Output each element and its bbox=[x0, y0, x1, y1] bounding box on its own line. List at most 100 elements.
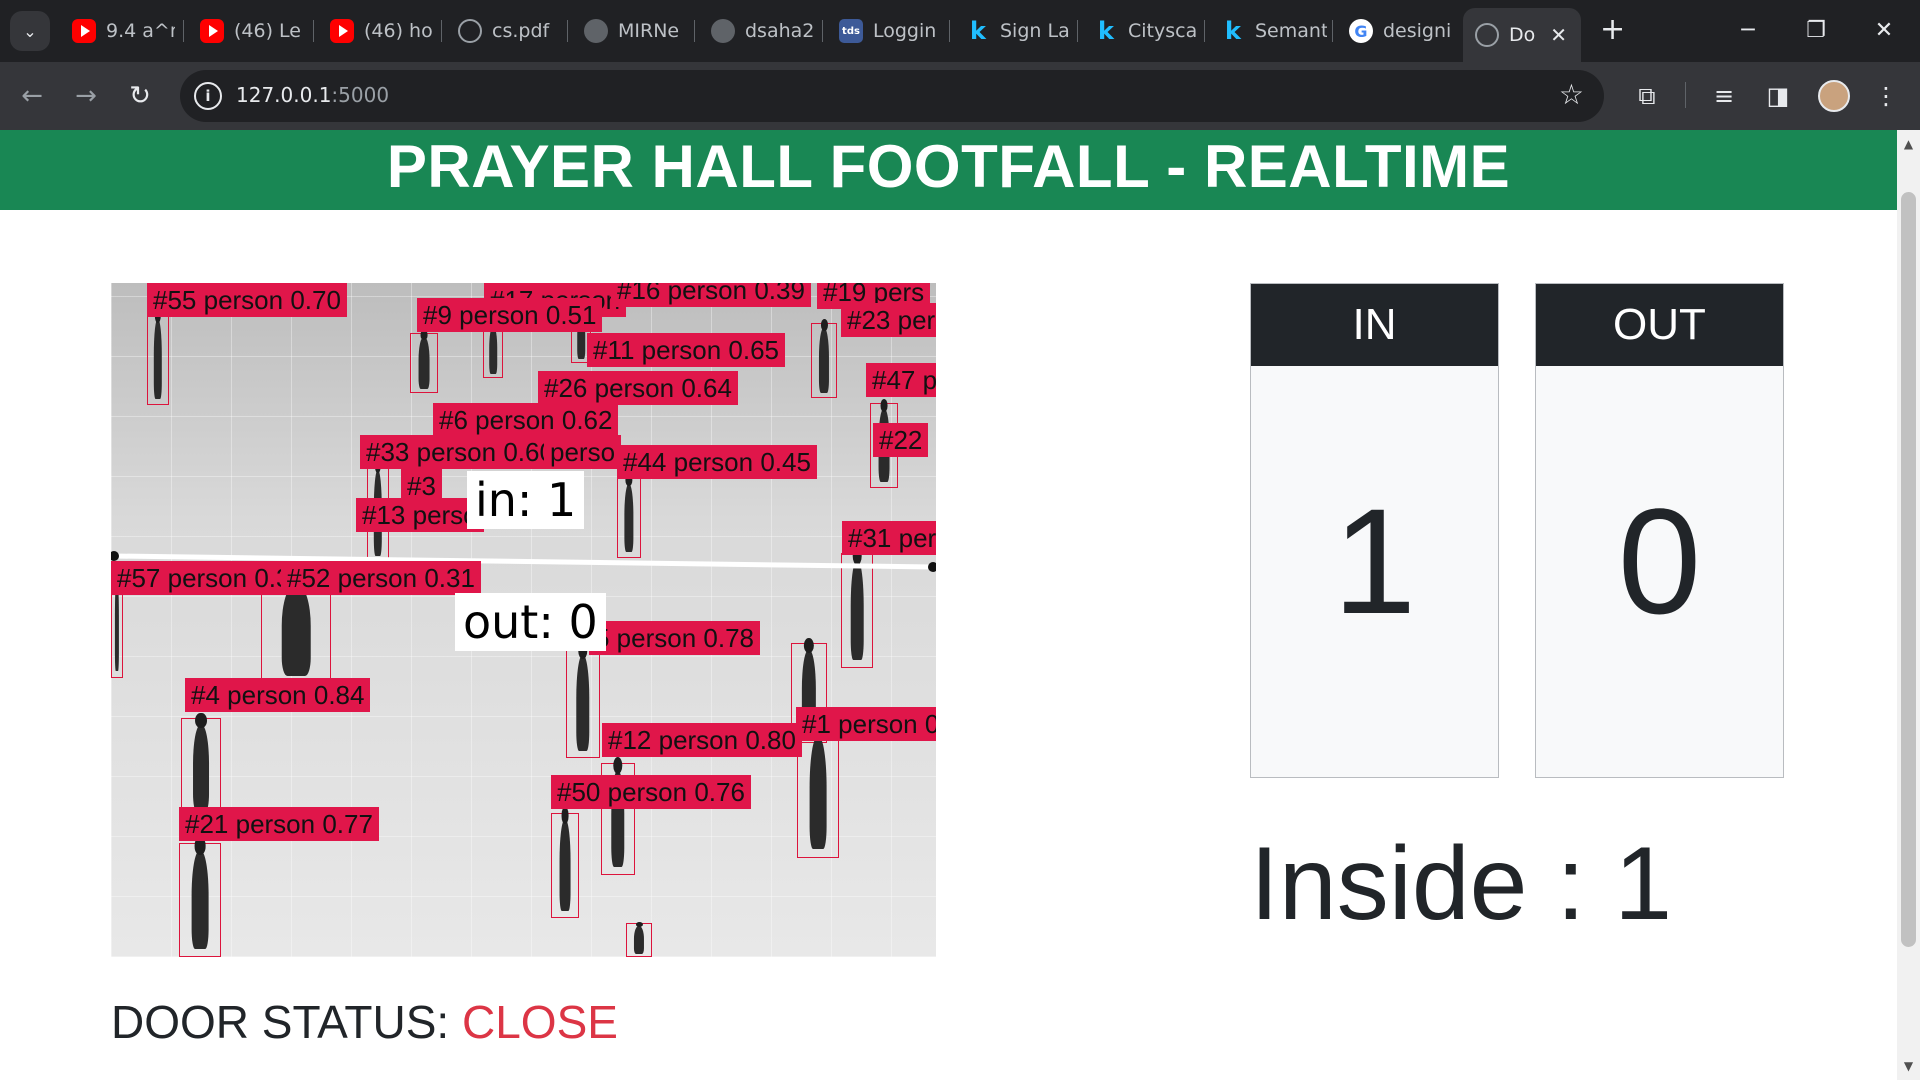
url-text[interactable]: 127.0.0.1:5000 bbox=[236, 83, 389, 107]
detection-label: #6 person 0.62 bbox=[433, 403, 619, 437]
tab-divider bbox=[694, 20, 695, 42]
browser-tab-active[interactable]: Do ✕ bbox=[1463, 8, 1581, 62]
toolbar-divider bbox=[1685, 82, 1686, 108]
browser-tab[interactable]: (46) ho bbox=[318, 11, 436, 51]
tab-title: designi bbox=[1383, 20, 1452, 42]
out-counter-value: 0 bbox=[1617, 477, 1702, 645]
tab-title: (46) ho bbox=[364, 20, 433, 42]
page-title: PRAYER HALL FOOTFALL - REALTIME bbox=[386, 132, 1511, 200]
detection-label: #16 person 0.39 bbox=[611, 283, 811, 307]
tab-divider bbox=[441, 20, 442, 42]
page-scrollbar[interactable]: ▲ ▼ bbox=[1897, 130, 1920, 1080]
detection-label: #33 person 0.60 bbox=[360, 435, 560, 469]
detection-label: #55 person 0.70 bbox=[147, 283, 347, 317]
in-counter-card: IN 1 bbox=[1250, 283, 1499, 778]
forward-arrow-icon[interactable]: → bbox=[66, 76, 106, 116]
detection-label: #23 pers bbox=[841, 303, 936, 337]
tab-title: Semant bbox=[1255, 20, 1327, 42]
detection-label: perso bbox=[544, 435, 622, 469]
detection-label: #13 perso bbox=[356, 498, 484, 532]
youtube-icon bbox=[330, 19, 354, 43]
tab-title: Do bbox=[1509, 24, 1536, 46]
minimize-window-icon[interactable]: ─ bbox=[1728, 10, 1768, 50]
detection-label: #47 p bbox=[866, 363, 936, 397]
detection-label: #12 person 0.80 bbox=[602, 723, 802, 757]
youtube-icon bbox=[72, 19, 96, 43]
in-counter-label: IN bbox=[1251, 284, 1498, 366]
browser-tab[interactable]: cs.pdf bbox=[446, 11, 564, 51]
detection-label: #11 person 0.65 bbox=[587, 333, 785, 367]
browser-toolbar: ← → ↻ i 127.0.0.1:5000 ☆ ⧉ ≡ ◨ ⋮ bbox=[0, 62, 1920, 130]
detection-label: 5 person 0.78 bbox=[589, 621, 761, 655]
door-status-label: DOOR STATUS: bbox=[111, 996, 462, 1048]
kaggle-icon: k bbox=[970, 17, 986, 45]
in-count-overlay: in: 1 bbox=[467, 471, 585, 529]
profile-avatar[interactable] bbox=[1818, 80, 1850, 112]
scroll-up-arrow-icon[interactable]: ▲ bbox=[1897, 134, 1920, 154]
browser-tab[interactable]: 9.4 a^n bbox=[60, 11, 175, 51]
tab-title: Loggin bbox=[873, 20, 937, 42]
restore-window-icon[interactable]: ❐ bbox=[1796, 10, 1836, 50]
tab-search-button[interactable]: ⌄ bbox=[10, 11, 50, 51]
kaggle-icon: k bbox=[1098, 17, 1114, 45]
tab-title: MIRNe bbox=[618, 20, 680, 42]
chevron-down-icon: ⌄ bbox=[23, 21, 37, 41]
browser-tab[interactable]: tds Loggin bbox=[827, 11, 945, 51]
tab-divider bbox=[567, 20, 568, 42]
detection-label: #21 person 0.77 bbox=[179, 807, 379, 841]
tab-divider bbox=[183, 20, 184, 42]
more-menu-icon[interactable]: ⋮ bbox=[1868, 78, 1904, 114]
browser-tab[interactable]: MIRNe bbox=[572, 11, 690, 51]
detection-label: #31 pers bbox=[842, 521, 936, 555]
web-page: PRAYER HALL FOOTFALL - REALTIME #55 pers… bbox=[0, 130, 1897, 1080]
browser-tab[interactable]: dsaha2 bbox=[699, 11, 817, 51]
github-icon bbox=[584, 19, 608, 43]
tab-divider bbox=[1332, 20, 1333, 42]
kaggle-icon: k bbox=[1225, 17, 1241, 45]
globe-icon bbox=[1475, 23, 1499, 47]
address-bar[interactable]: i 127.0.0.1:5000 ☆ bbox=[180, 70, 1604, 122]
extensions-puzzle-icon[interactable]: ⧉ bbox=[1629, 78, 1665, 114]
detection-label: #26 person 0.64 bbox=[538, 371, 738, 405]
tab-divider bbox=[313, 20, 314, 42]
reload-icon[interactable]: ↻ bbox=[120, 76, 160, 116]
close-window-icon[interactable]: ✕ bbox=[1864, 10, 1904, 50]
browser-tab[interactable]: k Semant bbox=[1209, 11, 1327, 51]
detection-label: #52 person 0.31 bbox=[281, 561, 481, 595]
header-banner: PRAYER HALL FOOTFALL - REALTIME bbox=[0, 130, 1897, 210]
scrollbar-thumb[interactable] bbox=[1901, 192, 1916, 947]
github-icon bbox=[711, 19, 735, 43]
scroll-down-arrow-icon[interactable]: ▼ bbox=[1897, 1056, 1920, 1076]
globe-icon bbox=[458, 19, 482, 43]
browser-tab[interactable]: k Citysca bbox=[1082, 11, 1200, 51]
media-control-icon[interactable]: ≡ bbox=[1706, 78, 1742, 114]
tds-icon: tds bbox=[839, 19, 863, 43]
detection-label: #9 person 0.51 bbox=[417, 298, 603, 332]
tab-title: (46) Le bbox=[234, 20, 301, 42]
new-tab-button[interactable]: + bbox=[1600, 14, 1625, 46]
detection-label: #4 person 0.84 bbox=[185, 678, 371, 712]
close-tab-icon[interactable]: ✕ bbox=[1550, 23, 1567, 47]
tab-title: dsaha2 bbox=[745, 20, 815, 42]
browser-tab[interactable]: k Sign La bbox=[954, 11, 1072, 51]
tab-divider bbox=[949, 20, 950, 42]
back-arrow-icon[interactable]: ← bbox=[12, 76, 52, 116]
tab-title: cs.pdf bbox=[492, 20, 550, 42]
door-status-value: CLOSE bbox=[461, 996, 618, 1048]
browser-tab[interactable]: G designi bbox=[1337, 11, 1457, 51]
url-host: 127.0.0.1 bbox=[236, 83, 332, 107]
door-status: DOOR STATUS: CLOSE bbox=[111, 995, 618, 1049]
browser-tab[interactable]: (46) Le bbox=[188, 11, 306, 51]
out-counter-card: OUT 0 bbox=[1535, 283, 1784, 778]
tab-divider bbox=[1204, 20, 1205, 42]
browser-tab-strip: ⌄ 9.4 a^n (46) Le (46) ho cs.pdf MIRNe d… bbox=[0, 0, 1920, 62]
bookmark-star-icon[interactable]: ☆ bbox=[1559, 80, 1584, 110]
detection-label: #57 person 0.3 bbox=[111, 561, 297, 595]
out-counter-label: OUT bbox=[1536, 284, 1783, 366]
detection-label: #22 bbox=[873, 423, 929, 457]
site-info-icon[interactable]: i bbox=[194, 82, 222, 110]
url-port: :5000 bbox=[331, 83, 390, 107]
side-panel-icon[interactable]: ◨ bbox=[1760, 78, 1796, 114]
youtube-icon bbox=[200, 19, 224, 43]
tab-divider bbox=[1077, 20, 1078, 42]
